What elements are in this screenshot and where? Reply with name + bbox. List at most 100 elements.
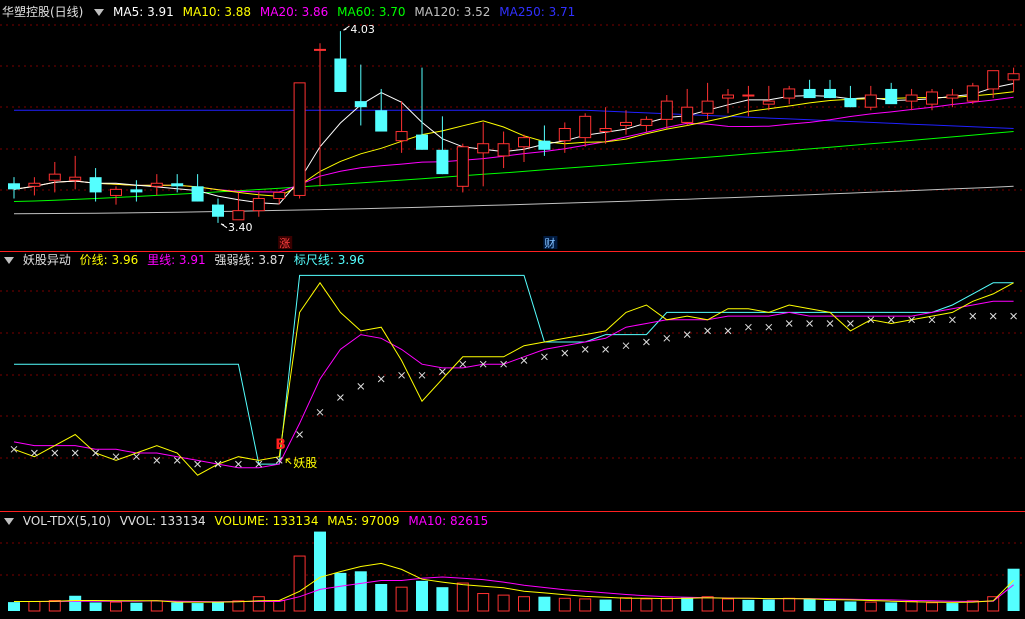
volume-bar-down [1007, 568, 1020, 611]
volume-bar-down [681, 597, 694, 611]
volume-bar-up [48, 600, 61, 612]
candle-body-up [946, 94, 959, 99]
ma120-label: MA120: 3.52 [414, 5, 491, 19]
candle-body-up [477, 143, 490, 154]
strength-mark [745, 323, 752, 331]
signal-label: 妖股 [293, 456, 317, 470]
volume-ma5-line [14, 562, 1014, 603]
candle-body-up [864, 94, 877, 108]
volume-bar-up [110, 601, 122, 612]
candle-body-up [150, 182, 163, 187]
volume-bar-down [762, 599, 775, 611]
candle-body-up [69, 176, 82, 181]
strength-mark [112, 453, 120, 461]
ma20-label: MA20: 3.86 [259, 5, 329, 19]
volume-bar-down [803, 598, 816, 611]
candle-body-up [660, 100, 673, 120]
volume-bar-down [599, 599, 612, 611]
candle-body-up [742, 94, 755, 97]
dropdown-arrow-icon[interactable] [4, 518, 14, 525]
strength-mark [316, 408, 324, 416]
candle-body-down [89, 177, 102, 193]
price-panel-title[interactable]: 华塑控股(日线) [2, 5, 83, 19]
candle-body-up [232, 210, 245, 221]
ma60-label: MA60: 3.70 [337, 5, 406, 19]
volume-bar-up [232, 600, 245, 612]
high-price-label: 4.03 [350, 23, 375, 36]
volume-bar-down [844, 601, 857, 611]
dropdown-arrow-icon[interactable] [94, 9, 105, 16]
cai-marker: 财 [544, 236, 555, 250]
candle-body-up [518, 137, 530, 148]
strength-mark [337, 394, 344, 401]
strength-mark [194, 460, 201, 468]
candle-body-down [803, 88, 816, 99]
strength-mark [663, 334, 671, 342]
strength-mark [826, 320, 834, 327]
volume-bar-up [864, 601, 877, 612]
vvol-label: VVOL: 133134 [119, 514, 206, 528]
li-line-label: 里线: 3.91 [147, 253, 206, 267]
candle-body-up [273, 191, 286, 199]
strength-mark [51, 449, 59, 457]
volume-bar-down [8, 602, 20, 611]
ruler-line [14, 274, 1014, 465]
candle-body-up [762, 100, 775, 105]
candle-body-down [191, 186, 204, 202]
volume-bar-down [334, 572, 347, 611]
strength-mark [847, 320, 854, 327]
volume-bar-down [742, 599, 755, 611]
strength-mark [10, 445, 18, 453]
candle-body-down [538, 140, 551, 150]
volume-bar-up [640, 598, 653, 612]
ma250-line [14, 109, 1014, 129]
volume-bar-up [905, 600, 918, 612]
candle-body-down [334, 58, 347, 92]
volume-bar-up [620, 597, 632, 612]
volume-bar-up [252, 596, 265, 612]
candle-body-up [987, 70, 1000, 90]
indicator-panel-title[interactable]: 妖股异动 [23, 253, 71, 267]
strength-mark [92, 449, 99, 457]
strength-mark [561, 349, 569, 357]
candle-body-up [620, 121, 632, 126]
strength-mark [581, 346, 589, 353]
ma250-label: MA250: 3.71 [499, 5, 576, 19]
candle-body-down [824, 88, 836, 99]
candle-body-down [375, 110, 388, 132]
ma10-label: MA10: 3.88 [182, 5, 252, 19]
volume-panel-header: VOL-TDX(5,10) VVOL: 133134 VOLUME: 13313… [2, 512, 493, 530]
volume-panel-title[interactable]: VOL-TDX(5,10) [23, 514, 111, 528]
volume-bar-up [660, 597, 673, 612]
strength-mark [173, 457, 181, 464]
volume-bar-down [824, 600, 836, 611]
strength-mark [418, 371, 426, 379]
candle-body-up [395, 131, 408, 142]
strength-mark [643, 338, 650, 346]
strength-mark [928, 316, 936, 324]
candle-body-up [579, 115, 592, 139]
candle-body-up [905, 94, 918, 102]
candle-body-down [844, 98, 857, 108]
candle-body-up [722, 94, 734, 99]
volume-bar-down [89, 602, 102, 611]
low-price-label: 3.40 [228, 221, 253, 234]
volume-bar-down [212, 601, 224, 611]
dropdown-arrow-icon[interactable] [4, 257, 14, 264]
candle-body-up [48, 173, 61, 181]
candle-body-down [436, 149, 449, 175]
vol-ma10-label: MA10: 82615 [408, 514, 489, 528]
strength-mark [622, 342, 630, 350]
volume-bar-up [783, 597, 796, 612]
volume-bar-up [987, 596, 1000, 612]
volume-bar-up [28, 600, 41, 612]
price-panel-header: 华塑控股(日线) MA5: 3.91 MA10: 3.88 MA20: 3.86… [2, 3, 580, 21]
price-line-label: 价线: 3.96 [79, 253, 139, 267]
strength-mark [459, 360, 467, 368]
strength-mark [520, 357, 528, 364]
indicator-panel-header: 妖股异动 价线: 3.96 里线: 3.91 强弱线: 3.87 标尺线: 3.… [2, 251, 369, 269]
candle-body-down [171, 183, 184, 187]
candle-body-up [497, 143, 510, 157]
strength-mark [439, 368, 446, 375]
ma5-label: MA5: 3.91 [113, 5, 174, 19]
